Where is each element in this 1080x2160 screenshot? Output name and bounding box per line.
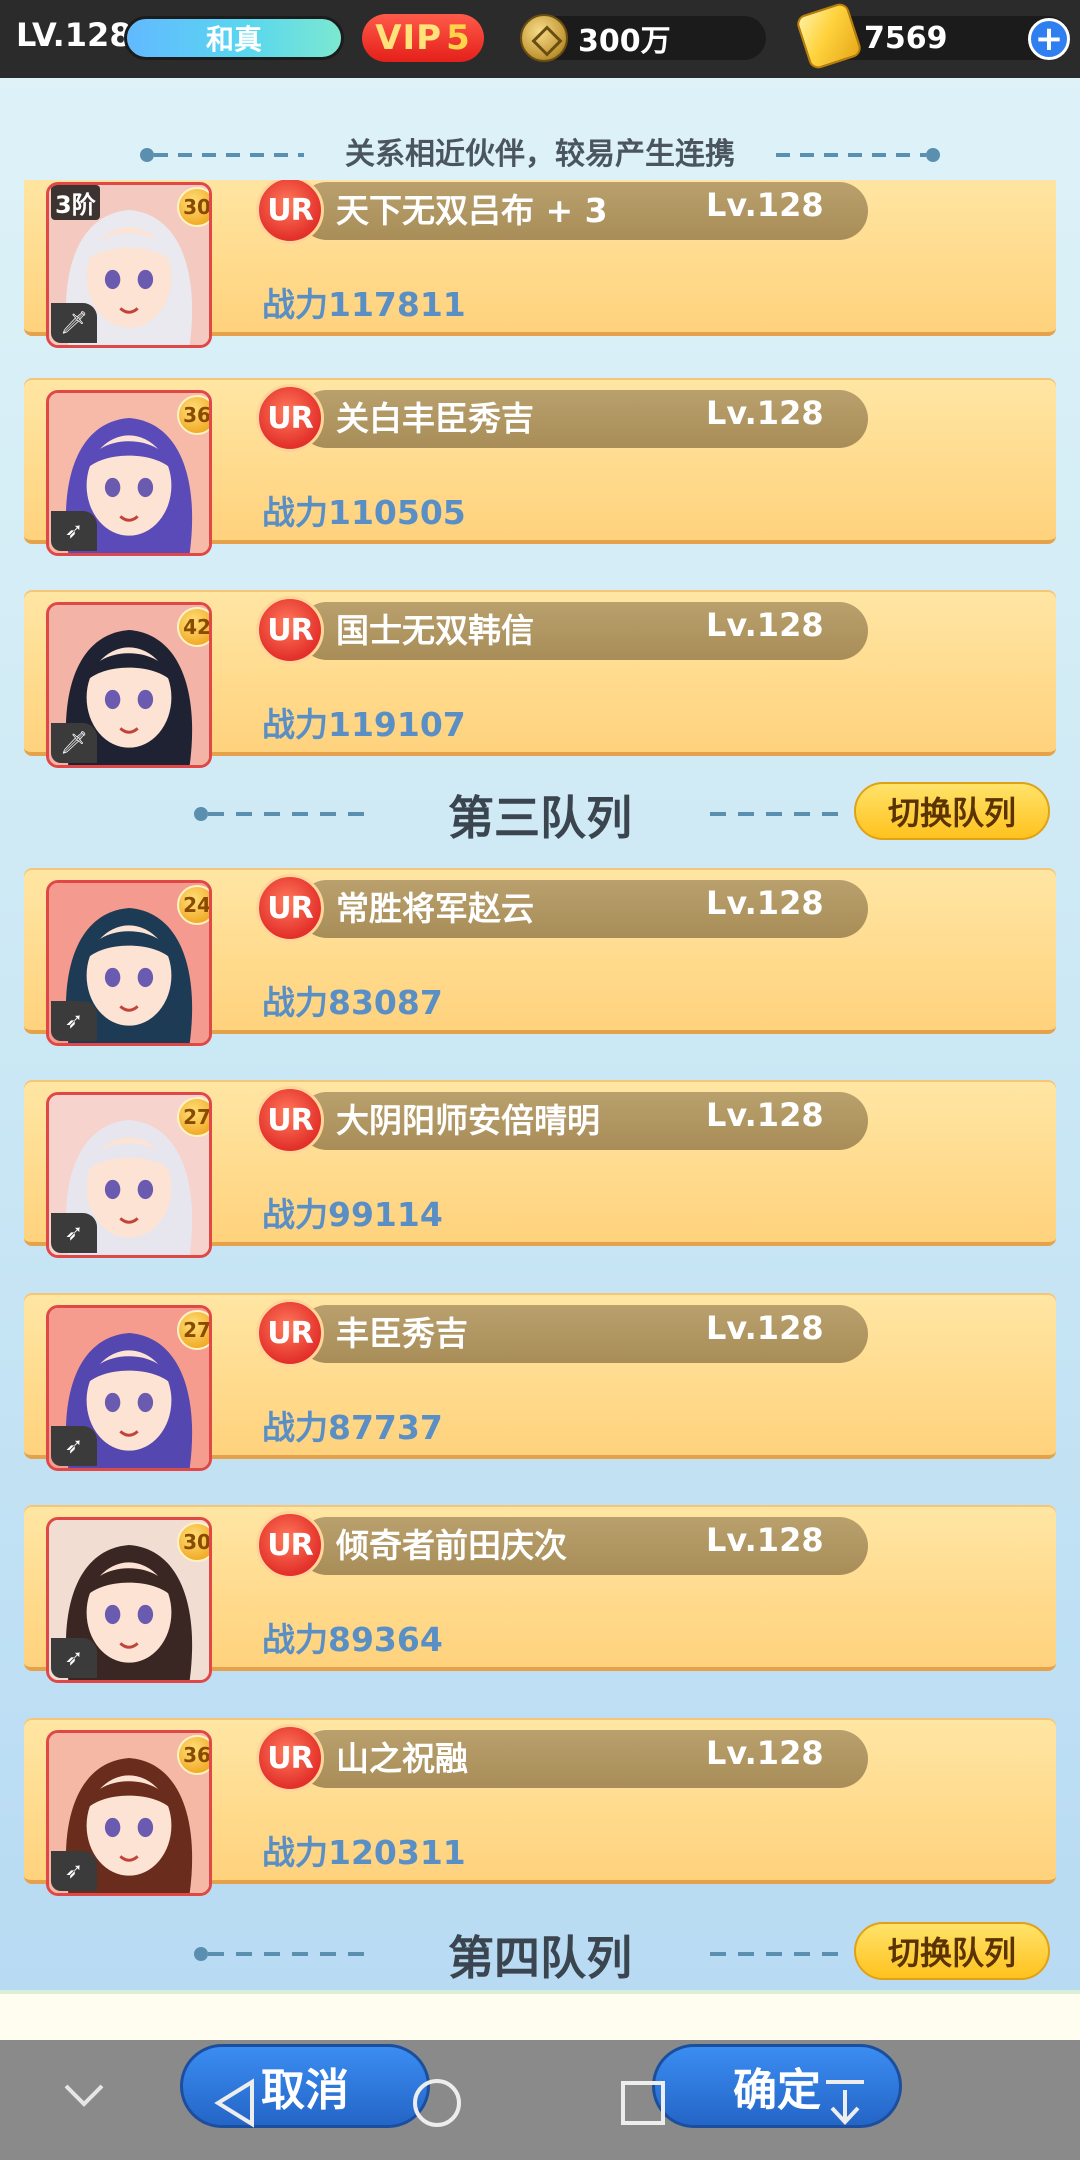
hero-portrait[interactable]: 27 ➶ bbox=[46, 1305, 212, 1471]
hero-star-badge: 42 bbox=[177, 607, 209, 647]
hero-card[interactable]: 3阶 30 🗡 UR 天下无双吕布 + 3 Lv.128 战力117811 bbox=[24, 180, 1056, 348]
hero-portrait[interactable]: 36 ➶ bbox=[46, 390, 212, 556]
team-dash-right bbox=[710, 1952, 850, 1956]
hero-list[interactable]: 3阶 30 🗡 UR 天下无双吕布 + 3 Lv.128 战力117811 36… bbox=[0, 180, 1080, 1986]
hero-star-badge: 36 bbox=[177, 1735, 209, 1775]
wing-icon: ➶ bbox=[51, 1851, 97, 1891]
hero-portrait[interactable]: 36 ➶ bbox=[46, 1730, 212, 1896]
status-bar: LV.128 和真 VIP 5 300万 7569 + bbox=[0, 0, 1080, 78]
hero-name: 关白丰臣秀吉 bbox=[336, 399, 534, 438]
rarity-badge: UR bbox=[256, 596, 324, 664]
hero-card[interactable]: 27 ➶ UR 大阴阳师安倍晴明 Lv.128 战力99114 bbox=[24, 1080, 1056, 1258]
hero-name: 倾奇者前田庆次 bbox=[336, 1526, 567, 1565]
player-name-bar[interactable]: 和真 bbox=[124, 16, 344, 60]
switch-team-button[interactable]: 切换队列 bbox=[854, 782, 1050, 840]
hero-level: Lv.128 bbox=[706, 1734, 824, 1772]
hero-portrait[interactable]: 30 ➶ bbox=[46, 1517, 212, 1683]
hero-level: Lv.128 bbox=[706, 1096, 824, 1134]
hero-power: 战力99114 bbox=[262, 1195, 443, 1234]
hero-card[interactable]: 42 🗡 UR 国士无双韩信 Lv.128 战力119107 bbox=[24, 590, 1056, 768]
add-gold-button[interactable]: + bbox=[1028, 18, 1070, 60]
rarity-badge: UR bbox=[256, 1511, 324, 1579]
coin-amount: 300万 bbox=[578, 24, 671, 59]
hero-power: 战力120311 bbox=[262, 1833, 466, 1872]
team-header-3: 第三队列 切换队列 bbox=[0, 782, 1080, 845]
hero-power: 战力89364 bbox=[262, 1620, 443, 1659]
vip-badge[interactable]: VIP 5 bbox=[362, 14, 484, 62]
plus-icon: + bbox=[1034, 19, 1064, 59]
hero-name: 丰臣秀吉 bbox=[336, 1314, 468, 1353]
chevron-down-icon[interactable] bbox=[62, 2080, 106, 2110]
hero-level: Lv.128 bbox=[706, 884, 824, 922]
download-icon[interactable] bbox=[822, 2076, 868, 2128]
wing-icon: ➶ bbox=[51, 1638, 97, 1678]
hero-star-badge: 27 bbox=[177, 1310, 209, 1350]
hero-level: Lv.128 bbox=[706, 606, 824, 644]
gold-ingot-icon bbox=[794, 1, 864, 71]
hero-star-badge: 36 bbox=[177, 395, 209, 435]
rarity-badge: UR bbox=[256, 874, 324, 942]
wing-icon: ➶ bbox=[51, 1001, 97, 1041]
hero-card[interactable]: 24 ➶ UR 常胜将军赵云 Lv.128 战力83087 bbox=[24, 868, 1056, 1046]
confirm-label: 确定 bbox=[733, 2065, 821, 2116]
hero-card[interactable]: 36 ➶ UR 关白丰臣秀吉 Lv.128 战力110505 bbox=[24, 378, 1056, 556]
wing-icon: ➶ bbox=[51, 1426, 97, 1466]
hero-level: Lv.128 bbox=[706, 1521, 824, 1559]
hero-power: 战力110505 bbox=[262, 493, 466, 532]
team-dash-right bbox=[710, 812, 850, 816]
hero-power: 战力117811 bbox=[262, 285, 466, 324]
hint-text: 关系相近伙伴，较易产生连携 bbox=[345, 137, 735, 172]
wing-icon: ➶ bbox=[51, 1213, 97, 1253]
hero-portrait[interactable]: 42 🗡 bbox=[46, 602, 212, 768]
player-name: 和真 bbox=[205, 23, 262, 56]
hero-tier: 3阶 bbox=[51, 185, 100, 220]
hero-card[interactable]: 30 ➶ UR 倾奇者前田庆次 Lv.128 战力89364 bbox=[24, 1505, 1056, 1683]
hero-name: 天下无双吕布 + 3 bbox=[336, 191, 608, 230]
home-icon[interactable] bbox=[410, 2076, 464, 2130]
wing-icon: ➶ bbox=[51, 511, 97, 551]
hero-power: 战力83087 bbox=[262, 983, 443, 1022]
hero-power: 战力87737 bbox=[262, 1408, 443, 1447]
hero-star-badge: 27 bbox=[177, 1097, 209, 1137]
team-header-4: 第四队列 切换队列 bbox=[0, 1922, 1080, 1985]
hint-dot-right bbox=[926, 148, 940, 162]
sword-icon: 🗡 bbox=[51, 723, 97, 763]
rarity-badge: UR bbox=[256, 384, 324, 452]
hero-portrait[interactable]: 24 ➶ bbox=[46, 880, 212, 1046]
sword-icon: 🗡 bbox=[51, 303, 97, 343]
hero-level: Lv.128 bbox=[706, 1309, 824, 1347]
back-icon[interactable] bbox=[212, 2078, 256, 2128]
hint-banner: 关系相近伙伴，较易产生连携 bbox=[0, 126, 1080, 176]
hero-portrait[interactable]: 3阶 30 🗡 bbox=[46, 182, 212, 348]
hero-star-badge: 24 bbox=[177, 885, 209, 925]
hero-star-badge: 30 bbox=[177, 1522, 209, 1562]
hint-dash-right bbox=[776, 153, 926, 157]
hero-name: 常胜将军赵云 bbox=[336, 889, 534, 928]
hero-name: 大阴阳师安倍晴明 bbox=[336, 1101, 600, 1140]
hero-power: 战力119107 bbox=[262, 705, 466, 744]
coin-icon bbox=[520, 14, 568, 62]
gold-amount: 7569 bbox=[864, 20, 948, 56]
hero-card[interactable]: 27 ➶ UR 丰臣秀吉 Lv.128 战力87737 bbox=[24, 1293, 1056, 1471]
vip-level: 5 bbox=[446, 18, 471, 58]
hero-level: Lv.128 bbox=[706, 186, 824, 224]
rarity-badge: UR bbox=[256, 1724, 324, 1792]
switch-team-button[interactable]: 切换队列 bbox=[854, 1922, 1050, 1980]
hero-star-badge: 30 bbox=[177, 187, 209, 227]
hero-portrait[interactable]: 27 ➶ bbox=[46, 1092, 212, 1258]
rarity-badge: UR bbox=[256, 1299, 324, 1367]
player-level: LV.128 bbox=[16, 16, 132, 54]
rarity-badge: UR bbox=[256, 1086, 324, 1154]
hero-card[interactable]: 36 ➶ UR 山之祝融 Lv.128 战力120311 bbox=[24, 1718, 1056, 1896]
cancel-label: 取消 bbox=[261, 2065, 349, 2116]
hero-name: 山之祝融 bbox=[336, 1739, 468, 1778]
vip-label: VIP bbox=[375, 18, 443, 58]
recents-icon[interactable] bbox=[618, 2078, 668, 2128]
hero-level: Lv.128 bbox=[706, 394, 824, 432]
bottom-panel bbox=[0, 1990, 1080, 2040]
hero-name: 国士无双韩信 bbox=[336, 611, 534, 650]
system-nav-bar bbox=[0, 2040, 1080, 2160]
